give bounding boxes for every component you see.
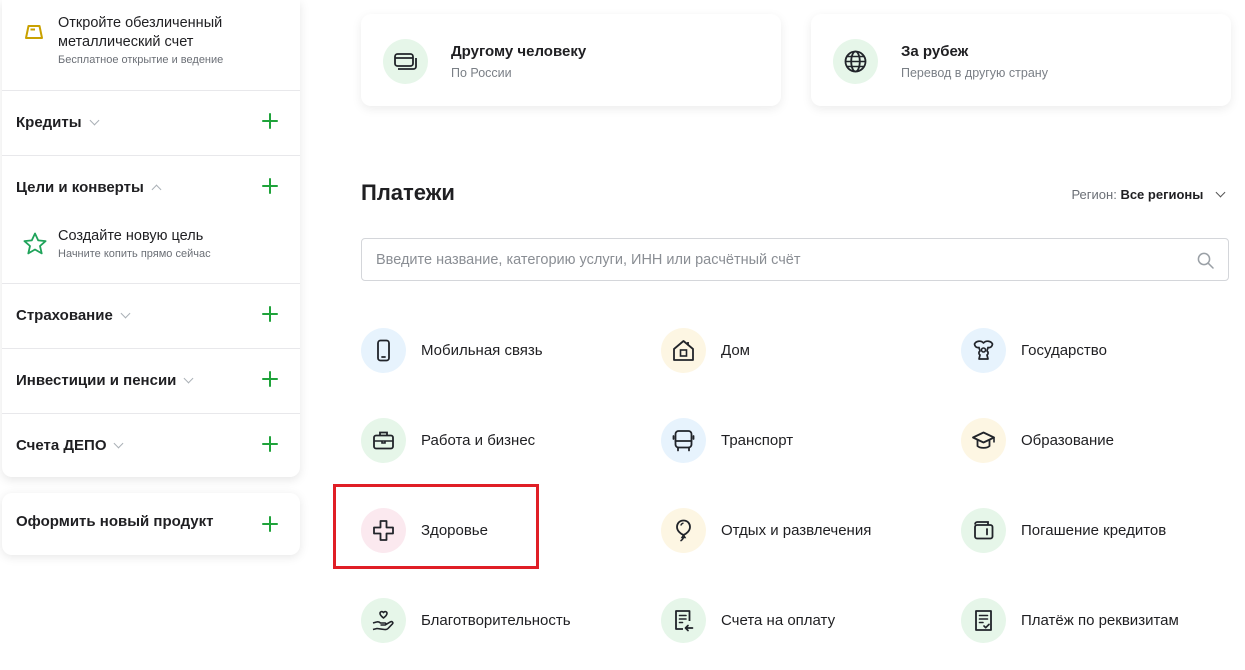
add-depo-button[interactable]	[262, 436, 278, 452]
category-business-label: Работа и бизнес	[421, 432, 536, 449]
metal-account-promo[interactable]: Откройте обезличенный металлический счет…	[2, 0, 300, 90]
category-invoices-label: Счета на оплату	[721, 612, 836, 629]
chevron-down-icon	[1215, 187, 1226, 198]
category-charity[interactable]: Благотворительность	[361, 598, 641, 644]
section-investments-label: Инвестиции и пенсии	[16, 372, 177, 389]
section-credits-label: Кредиты	[16, 114, 82, 131]
category-payment-by-details[interactable]: Платёж по реквизитам	[961, 598, 1241, 644]
category-health[interactable]: Здоровье	[361, 508, 641, 554]
payments-search-input[interactable]	[362, 239, 1210, 280]
add-goal-button[interactable]	[262, 178, 278, 194]
metal-account-subtitle: Бесплатное открытие и ведение	[58, 54, 224, 66]
section-depo-label: Счета ДЕПО	[16, 437, 107, 454]
invoice-icon	[661, 598, 706, 643]
category-government[interactable]: Государство	[961, 328, 1241, 374]
search-icon[interactable]	[1197, 252, 1214, 274]
metal-account-title: Откройте обезличенный металлический счет	[58, 15, 223, 50]
section-credits[interactable]: Кредиты	[2, 90, 300, 155]
globe-icon	[833, 39, 878, 84]
add-credit-button[interactable]	[262, 113, 278, 129]
create-goal-title: Создайте новую цель	[58, 228, 204, 244]
category-leisure[interactable]: Отдых и развлечения	[661, 508, 941, 554]
chevron-down-icon	[89, 115, 100, 126]
transfer-abroad-subtitle: Перевод в другую страну	[901, 66, 1048, 80]
category-mobile[interactable]: Мобильная связь	[361, 328, 641, 374]
transfer-abroad-title: За рубеж	[901, 43, 969, 60]
add-investment-button[interactable]	[262, 371, 278, 387]
add-product-button[interactable]	[262, 516, 278, 532]
category-payment-by-details-label: Платёж по реквизитам	[1021, 612, 1179, 629]
category-transport[interactable]: Транспорт	[661, 418, 941, 464]
add-insurance-button[interactable]	[262, 306, 278, 322]
region-value: Все регионы	[1120, 187, 1204, 202]
region-selector[interactable]: Регион: Все регионы	[1071, 187, 1226, 202]
category-home-label: Дом	[721, 342, 750, 359]
new-product-label: Оформить новый продукт	[16, 513, 214, 530]
category-mobile-label: Мобильная связь	[421, 342, 543, 359]
section-insurance[interactable]: Страхование	[2, 283, 300, 348]
category-education-label: Образование	[1021, 432, 1114, 449]
category-health-label: Здоровье	[421, 522, 488, 539]
products-sidebar: Откройте обезличенный металлический счет…	[2, 0, 300, 477]
section-depo[interactable]: Счета ДЕПО	[2, 413, 300, 478]
category-charity-label: Благотворительность	[421, 612, 571, 629]
section-goals[interactable]: Цели и конверты	[2, 155, 300, 220]
transfer-person-card[interactable]: Другому человеку По России	[361, 14, 781, 106]
transfer-abroad-card[interactable]: За рубеж Перевод в другую страну	[811, 14, 1231, 106]
region-label: Регион:	[1071, 187, 1117, 202]
category-education[interactable]: Образование	[961, 418, 1241, 464]
balloon-icon	[661, 508, 706, 553]
emblem-icon	[961, 328, 1006, 373]
star-icon	[22, 231, 47, 255]
gold-bar-icon	[22, 20, 46, 44]
chevron-up-icon	[151, 184, 162, 195]
category-business[interactable]: Работа и бизнес	[361, 418, 641, 464]
wallet-icon	[961, 508, 1006, 553]
payments-title: Платежи	[361, 180, 455, 205]
hand-heart-icon	[361, 598, 406, 643]
category-invoices[interactable]: Счета на оплату	[661, 598, 941, 644]
bus-icon	[661, 418, 706, 463]
create-goal-promo[interactable]: Создайте новую цель Начните копить прямо…	[2, 219, 300, 283]
chevron-down-icon	[183, 373, 194, 384]
medical-cross-icon	[361, 508, 406, 553]
category-leisure-label: Отдых и развлечения	[721, 522, 872, 539]
payments-search[interactable]	[361, 238, 1229, 281]
transfer-person-title: Другому человеку	[451, 43, 587, 60]
transfer-person-subtitle: По России	[451, 66, 512, 80]
new-product-card[interactable]: Оформить новый продукт	[2, 493, 300, 555]
category-government-label: Государство	[1021, 342, 1107, 359]
chevron-down-icon	[120, 308, 131, 319]
briefcase-icon	[361, 418, 406, 463]
house-icon	[661, 328, 706, 373]
cards-icon	[383, 39, 428, 84]
phone-icon	[361, 328, 406, 373]
category-home[interactable]: Дом	[661, 328, 941, 374]
category-loan-repayment-label: Погашение кредитов	[1021, 522, 1167, 539]
new-product-row[interactable]: Оформить новый продукт	[2, 493, 300, 555]
section-insurance-label: Страхование	[16, 307, 113, 324]
graduation-cap-icon	[961, 418, 1006, 463]
chevron-down-icon	[114, 438, 124, 449]
document-check-icon	[961, 598, 1006, 643]
category-transport-label: Транспорт	[721, 432, 794, 449]
section-investments[interactable]: Инвестиции и пенсии	[2, 348, 300, 413]
category-loan-repayment[interactable]: Погашение кредитов	[961, 508, 1241, 554]
section-goals-label: Цели и конверты	[16, 179, 144, 196]
create-goal-subtitle: Начните копить прямо сейчас	[58, 248, 211, 260]
